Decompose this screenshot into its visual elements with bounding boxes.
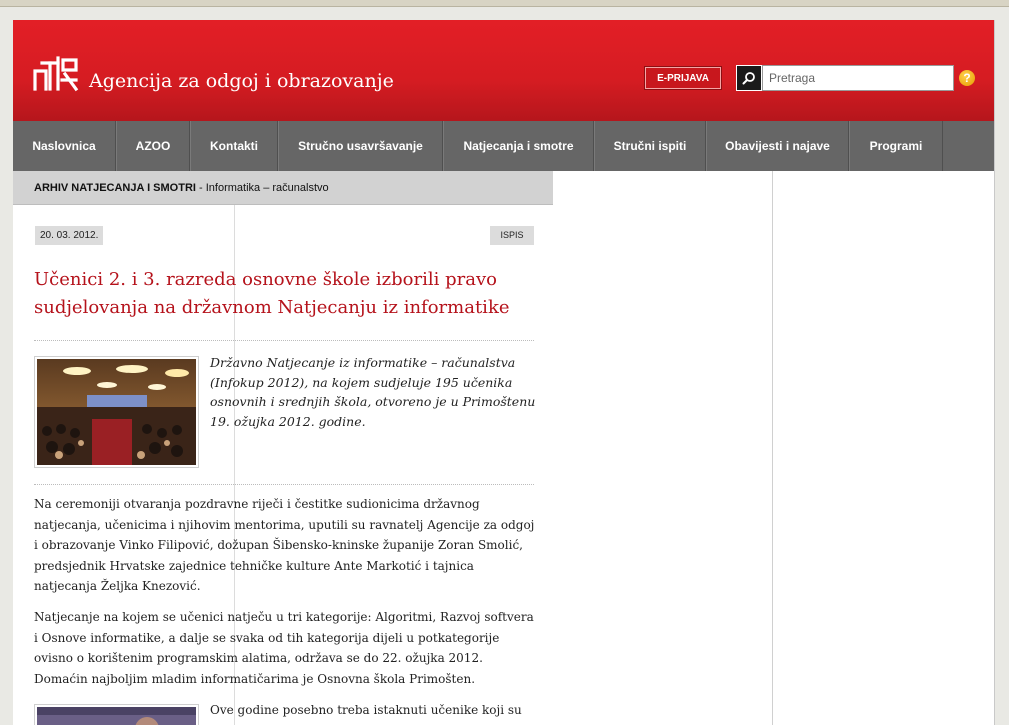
nav-item-programi[interactable]: Programi xyxy=(849,121,943,171)
breadcrumb-separator: - xyxy=(195,182,206,194)
search-icon xyxy=(742,72,755,85)
divider xyxy=(34,340,534,341)
article-paragraph: Ove godine posebno treba istaknuti učeni… xyxy=(210,703,522,717)
article-paragraph: Na ceremoniji otvaranja pozdravne riječi… xyxy=(34,497,535,593)
nav-item-strucni-ispiti[interactable]: Stručni ispiti xyxy=(594,121,706,171)
browser-top-bar xyxy=(0,0,1009,7)
event-image xyxy=(37,707,196,725)
nav-item-azoo[interactable]: AZOO xyxy=(116,121,190,171)
article-date: 20. 03. 2012. xyxy=(35,226,104,245)
article-photo[interactable] xyxy=(34,356,199,468)
window-right-border xyxy=(994,20,995,725)
nav-item-obavijesti-i-najave[interactable]: Obavijesti i najave xyxy=(706,121,849,171)
site-title[interactable]: Agencija za odgoj i obrazovanje xyxy=(89,70,394,92)
help-icon[interactable]: ? xyxy=(959,70,975,86)
main-nav: Naslovnica AZOO Kontakti Stručno usavrša… xyxy=(13,121,995,171)
breadcrumb: ARHIV NATJECANJA I SMOTRI - Informatika … xyxy=(13,171,553,205)
article-photo-2[interactable] xyxy=(34,704,199,725)
site-header: Agencija za odgoj i obrazovanje E-PRIJAV… xyxy=(13,20,995,121)
nav-item-natjecanja-i-smotre[interactable]: Natjecanja i smotre xyxy=(443,121,594,171)
search-button[interactable] xyxy=(736,65,762,91)
e-prijava-button[interactable]: E-PRIJAVA xyxy=(645,67,721,89)
article-paragraph: Natjecanje na kojem se učenici natječu u… xyxy=(34,610,534,686)
article-lead: Državno Natjecanje iz informatike – raču… xyxy=(210,355,536,429)
article-title: Učenici 2. i 3. razreda osnovne škole iz… xyxy=(34,269,510,318)
azoo-logo-icon[interactable] xyxy=(32,54,80,92)
breadcrumb-section[interactable]: ARHIV NATJECANJA I SMOTRI xyxy=(34,182,196,194)
breadcrumb-current: Informatika – računalstvo xyxy=(205,182,329,194)
nav-item-strucno-usavrsavanje[interactable]: Stručno usavršavanje xyxy=(278,121,443,171)
nav-item-naslovnica[interactable]: Naslovnica xyxy=(13,121,116,171)
page: Agencija za odgoj i obrazovanje E-PRIJAV… xyxy=(13,20,995,725)
search-input[interactable] xyxy=(762,65,954,91)
conference-hall-image xyxy=(37,359,196,465)
divider xyxy=(34,484,534,485)
sidebar-divider xyxy=(772,171,773,725)
print-button[interactable]: ISPIS xyxy=(490,226,534,245)
nav-item-kontakti[interactable]: Kontakti xyxy=(190,121,278,171)
